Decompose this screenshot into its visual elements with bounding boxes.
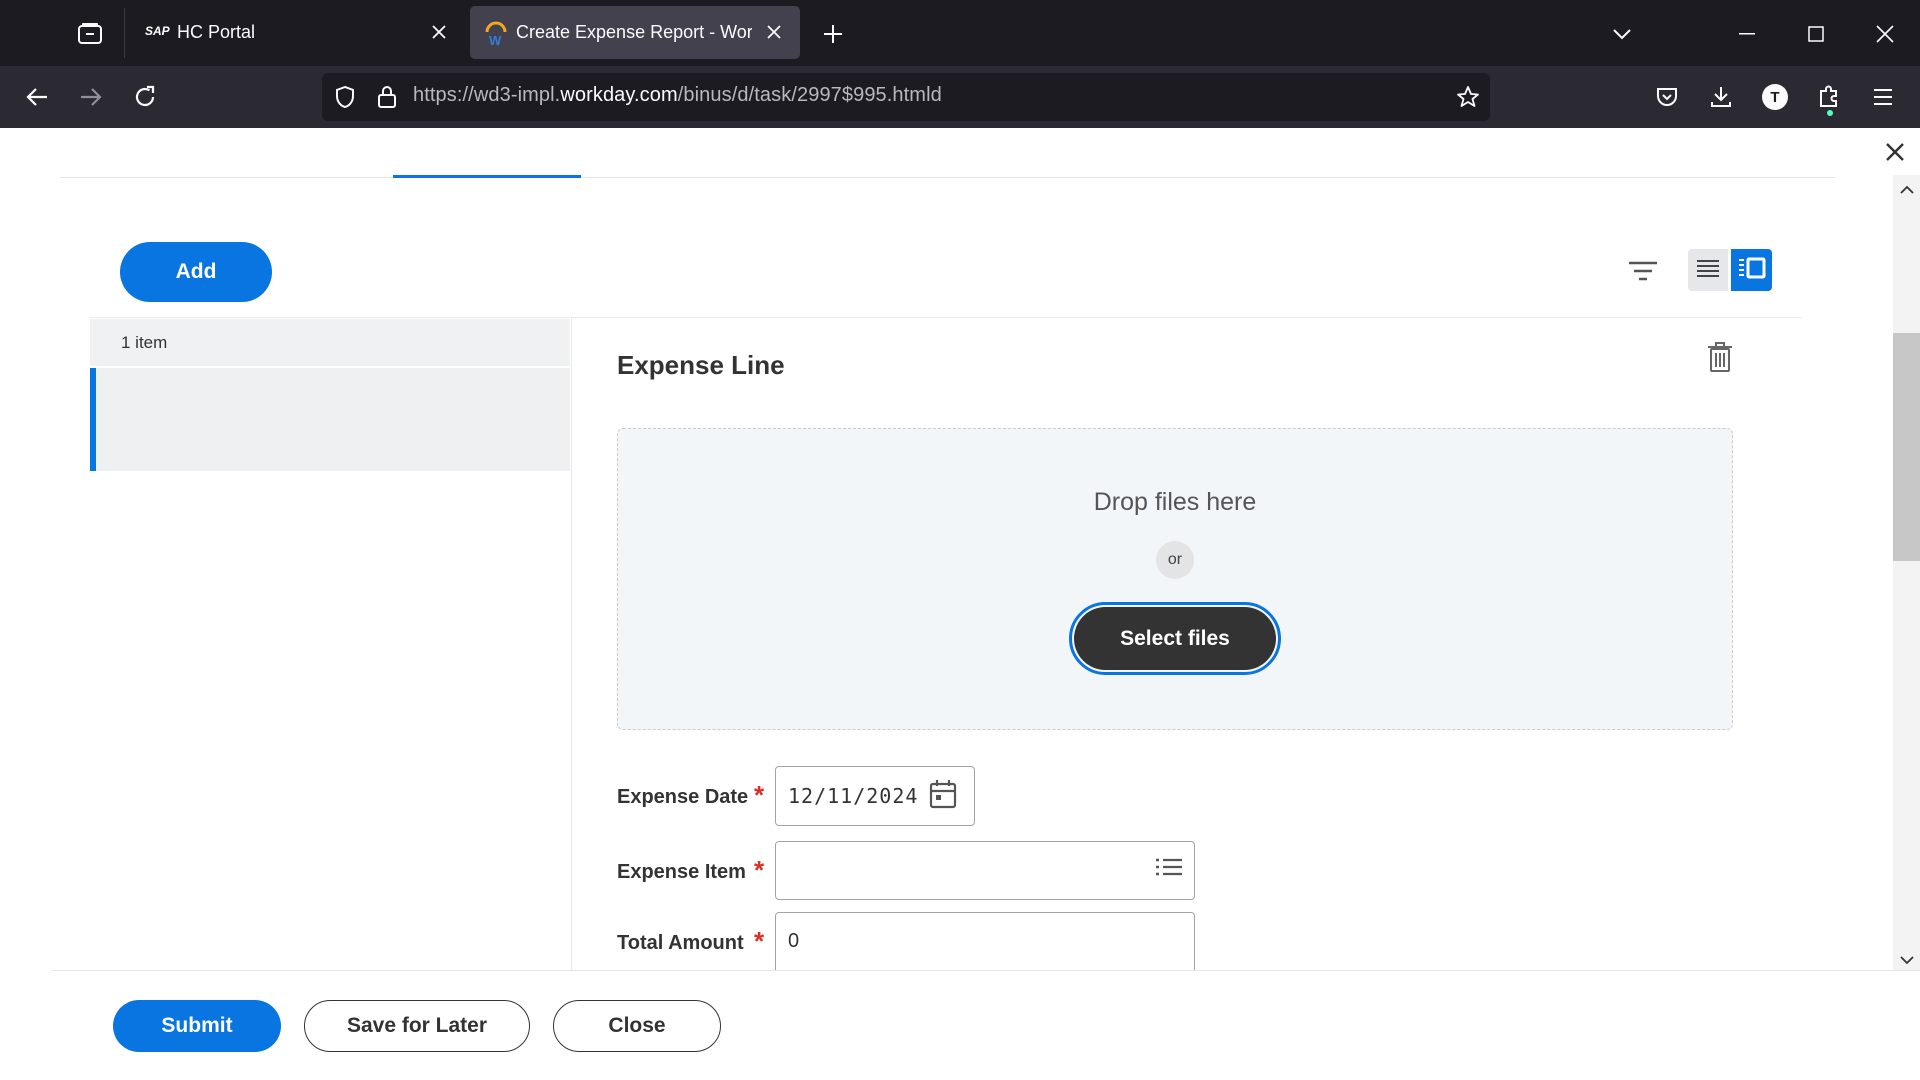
prompt-list-icon[interactable] — [1154, 855, 1184, 883]
card-view-icon — [1738, 257, 1766, 284]
close-icon[interactable] — [425, 18, 453, 46]
pocket-icon[interactable] — [1650, 80, 1684, 114]
close-button[interactable]: Close — [553, 1000, 721, 1052]
card-view-button[interactable] — [1731, 249, 1772, 291]
active-tab-indicator — [393, 175, 581, 178]
drop-files-text: Drop files here — [1093, 488, 1257, 516]
url-text[interactable]: https://wd3-impl.workday.com/binus/d/tas… — [413, 84, 942, 107]
downloads-icon[interactable] — [1704, 80, 1738, 114]
close-dialog-icon[interactable] — [1880, 137, 1910, 167]
trash-icon[interactable] — [1705, 339, 1735, 375]
section-title: Expense Line — [617, 350, 785, 380]
list-item[interactable] — [90, 368, 570, 471]
lock-icon[interactable] — [370, 80, 404, 114]
required-marker: * — [754, 780, 765, 810]
workday-logo-icon: W — [484, 20, 508, 51]
scrollbar-thumb[interactable] — [1893, 333, 1920, 561]
panel-divider — [571, 318, 572, 973]
expense-item-label: Expense Item — [617, 861, 746, 883]
list-view-icon — [1696, 258, 1720, 283]
selected-item-indicator — [90, 368, 96, 471]
forward-icon[interactable] — [74, 80, 108, 114]
new-tab-icon[interactable] — [817, 18, 849, 50]
file-dropzone[interactable] — [617, 428, 1733, 730]
total-amount-value[interactable]: 0 — [788, 930, 799, 953]
filter-icon[interactable] — [1626, 256, 1660, 286]
or-separator: or — [1156, 541, 1194, 579]
url-domain: workday.com — [560, 84, 678, 106]
firefox-view-icon[interactable] — [72, 16, 108, 52]
scroll-up-icon[interactable] — [1893, 177, 1920, 201]
required-marker: * — [754, 855, 765, 885]
expense-item-input[interactable] — [775, 841, 1195, 900]
tab-strip-divider — [60, 177, 1835, 178]
list-view-button[interactable] — [1688, 249, 1728, 291]
total-amount-label: Total Amount — [617, 932, 744, 954]
url-path: /binus/d/task/2997$995.htmld — [677, 84, 942, 106]
window-close-icon[interactable] — [1868, 18, 1902, 50]
hamburger-menu-icon[interactable] — [1866, 80, 1900, 114]
reload-icon[interactable] — [128, 80, 162, 114]
scrollbar-track[interactable] — [1893, 175, 1920, 975]
total-amount-input[interactable] — [775, 912, 1195, 974]
expense-date-label: Expense Date — [617, 786, 749, 808]
submit-button[interactable]: Submit — [113, 1000, 281, 1052]
tab-label: Create Expense Report - Workd — [516, 22, 752, 42]
extensions-puzzle-icon[interactable] — [1812, 80, 1846, 116]
account-avatar-icon[interactable]: T — [1758, 80, 1792, 114]
item-count: 1 item — [121, 333, 168, 352]
tab-divider — [124, 8, 125, 58]
sap-logo-icon: SAP — [145, 24, 170, 38]
expense-date-value[interactable]: 12/11/2024 — [788, 784, 918, 808]
calendar-icon[interactable] — [928, 778, 958, 810]
minimize-icon[interactable] — [1730, 18, 1764, 50]
required-marker: * — [754, 926, 765, 956]
extension-status-dot — [1827, 110, 1833, 116]
tab-label: HC Portal — [177, 22, 256, 42]
close-icon[interactable] — [760, 18, 788, 46]
back-icon[interactable] — [20, 80, 54, 114]
scroll-down-icon[interactable] — [1893, 948, 1920, 972]
maximize-icon[interactable] — [1799, 18, 1833, 50]
svg-text:W: W — [489, 33, 502, 46]
select-files-button[interactable]: Select files — [1074, 607, 1276, 670]
add-button[interactable]: Add — [120, 242, 272, 302]
tab-create-expense-report[interactable]: W Create Expense Report - Workd — [470, 6, 800, 59]
list-all-tabs-icon[interactable] — [1605, 18, 1639, 50]
bookmark-star-icon[interactable] — [1451, 80, 1485, 114]
tab-hc-portal[interactable]: SAP HC Portal — [131, 6, 463, 59]
save-for-later-button[interactable]: Save for Later — [304, 1000, 530, 1052]
avatar-initial: T — [1762, 84, 1788, 110]
url-prefix: https://wd3-impl. — [413, 84, 561, 106]
tracking-protection-shield-icon[interactable] — [328, 80, 362, 114]
